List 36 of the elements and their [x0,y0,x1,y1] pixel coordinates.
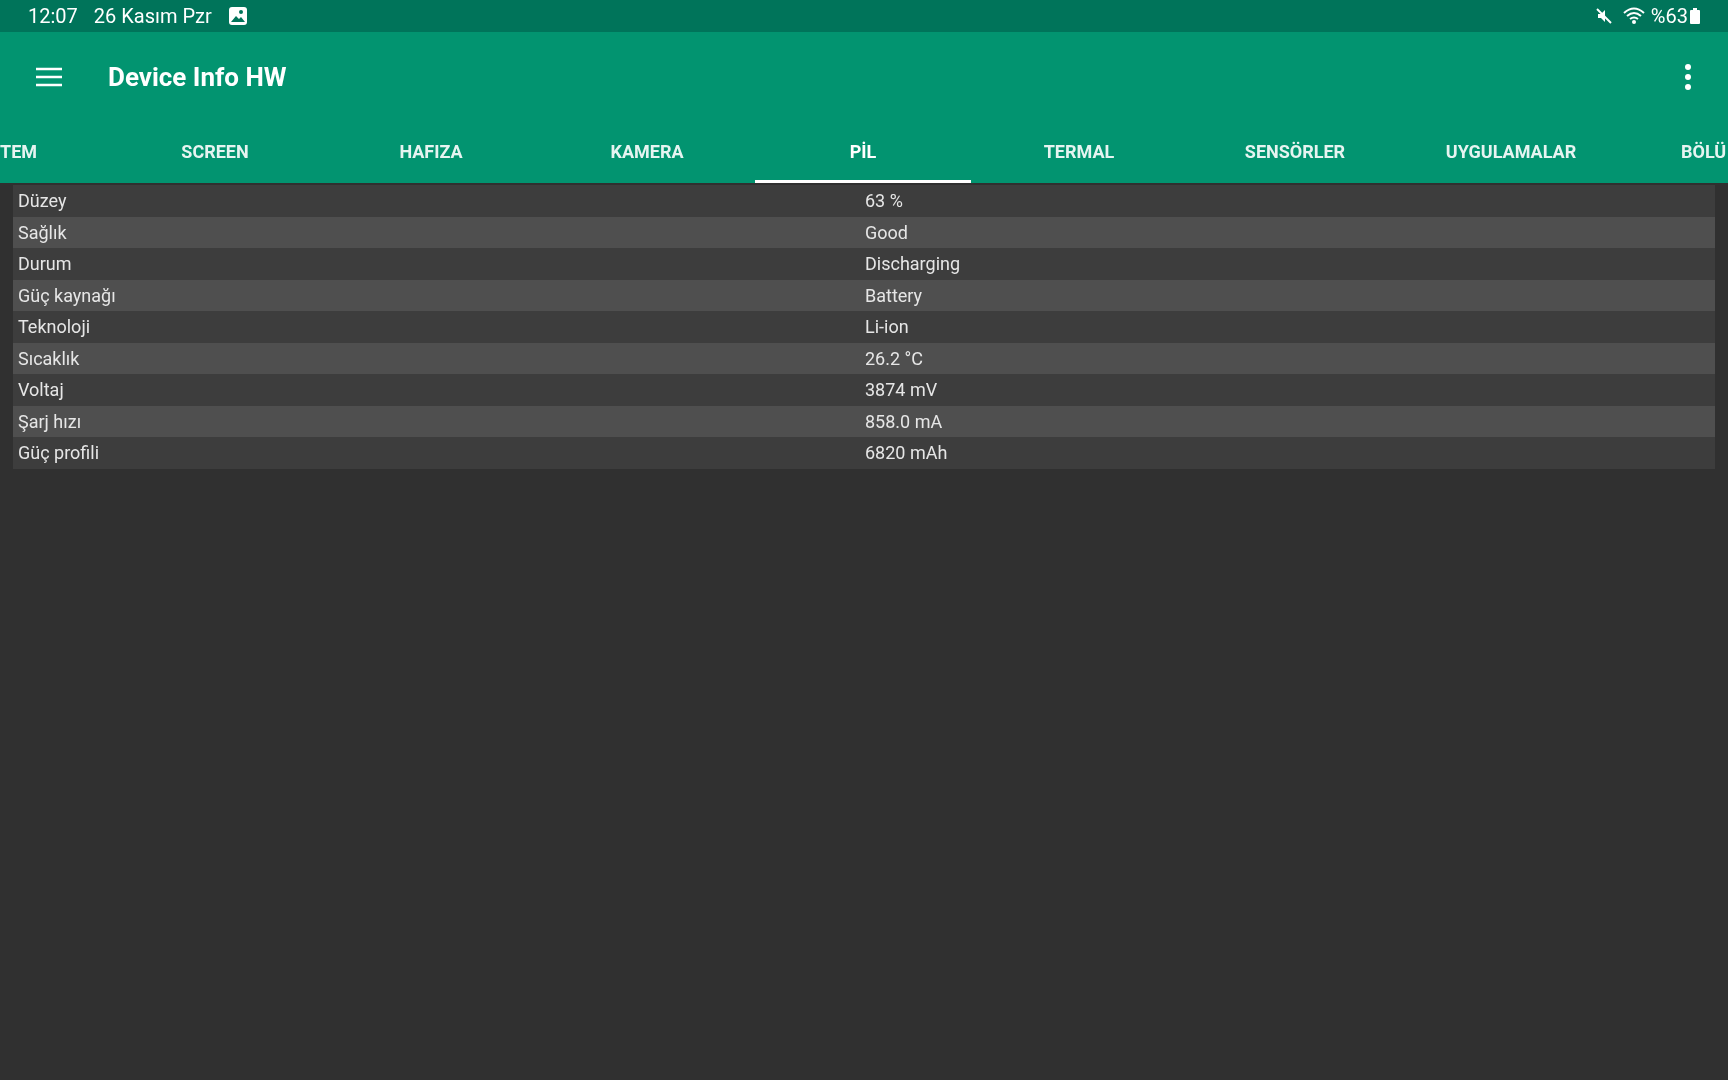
property-label: Güç kaynağı [17,283,117,308]
property-label: Teknoloji [17,315,92,340]
mute-icon [1594,7,1613,25]
tab[interactable]: SCREEN [107,122,323,183]
property-value: 26.2 °C [865,346,923,371]
tab[interactable]: TERMAL [971,122,1187,183]
property-label: Durum [17,252,73,277]
battery-percent: %63 [1650,3,1688,30]
tab[interactable]: KAMERA [539,122,755,183]
property-label: Voltaj [17,378,65,403]
property-value: 3874 mV [865,378,938,403]
property-label: Düzey [17,189,68,214]
tab[interactable]: TEM [0,122,107,183]
wifi-icon [1622,7,1645,25]
app-title: Device Info HW [108,60,287,94]
tab[interactable]: BÖLÜ [1619,122,1728,183]
property-value: Battery [865,283,923,308]
property-value: 858.0 mA [865,409,943,434]
tab[interactable]: UYGULAMALAR [1403,122,1619,183]
property-value: 6820 mAh [865,441,948,466]
battery-icon [1690,8,1700,24]
tab[interactable]: HAFIZA [323,122,539,183]
property-value: Li-ion [865,315,909,340]
more-options-icon[interactable] [1684,64,1692,90]
tab[interactable]: SENSÖRLER [1187,122,1403,183]
property-label: Şarj hızı [17,409,83,434]
property-value: 63 % [865,189,903,214]
property-label: Güç profili [17,441,101,466]
status-date: 26 Kasım Pzr [93,3,212,30]
property-label: Sıcaklık [17,346,81,371]
status-time: 12:07 [28,3,78,30]
menu-icon[interactable] [36,67,62,87]
property-value: Good [865,220,908,245]
image-icon [227,6,248,26]
property-label: Sağlık [17,220,68,245]
property-value: Discharging [865,252,961,277]
